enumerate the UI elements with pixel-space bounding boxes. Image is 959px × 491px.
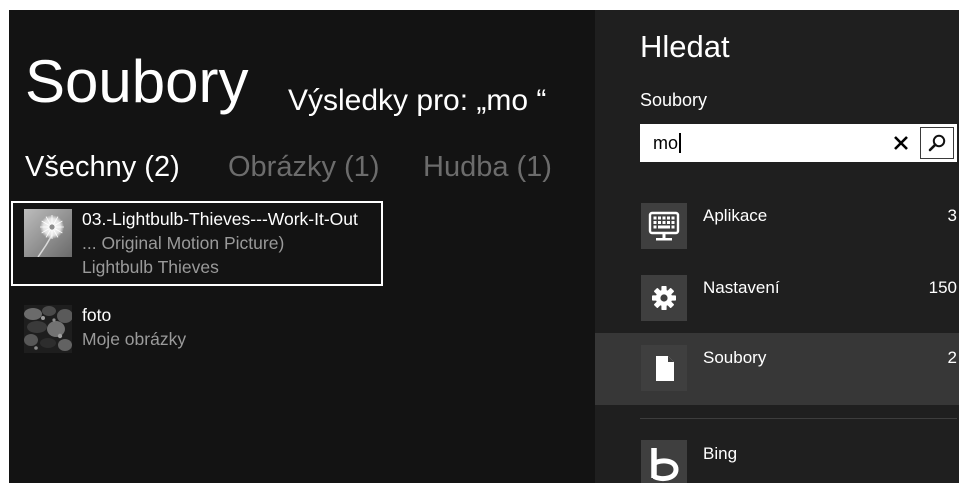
source-label: Aplikace xyxy=(703,206,768,225)
result-title: 03.-Lightbulb-Thieves---Work-It-Out xyxy=(82,209,358,229)
apps-tile xyxy=(641,203,687,249)
tab-all[interactable]: Všechny (2) xyxy=(25,153,180,182)
search-scope-label: Soubory xyxy=(640,90,708,110)
text-caret xyxy=(679,133,681,153)
result-item-music-track[interactable]: 03.-Lightbulb-Thieves---Work-It-Out ... … xyxy=(11,201,383,286)
sources-divider xyxy=(640,418,957,419)
file-icon xyxy=(656,356,674,381)
result-subtitle: Moje obrázky xyxy=(82,329,187,349)
settings-tile xyxy=(641,275,687,321)
search-source-apps[interactable]: Aplikace 3 xyxy=(595,191,959,263)
search-input[interactable] xyxy=(640,124,885,162)
source-label: Bing xyxy=(703,444,738,463)
search-submit-button[interactable] xyxy=(920,127,954,159)
source-label: Nastavení xyxy=(703,278,780,297)
search-source-files[interactable]: Soubory 2 xyxy=(595,333,959,405)
dandelion-photo-thumbnail xyxy=(24,209,72,257)
result-subtitle: ... Original Motion Picture) xyxy=(82,233,285,253)
source-count: 3 xyxy=(947,206,957,225)
result-detail: Lightbulb Thieves xyxy=(82,257,219,277)
tab-music[interactable]: Hudba (1) xyxy=(423,153,552,182)
clear-search-button[interactable] xyxy=(893,135,909,151)
gear-icon xyxy=(652,286,676,310)
monitor-keyboard-icon xyxy=(648,211,680,241)
search-box xyxy=(640,124,957,162)
result-item-photo[interactable]: foto Moje obrázky xyxy=(11,297,383,382)
source-count: 2 xyxy=(947,348,957,367)
tab-pictures[interactable]: Obrázky (1) xyxy=(228,153,379,182)
search-icon xyxy=(928,134,946,152)
search-pane-title: Hledat xyxy=(640,29,730,64)
close-icon xyxy=(894,136,908,150)
bing-logo-icon xyxy=(651,448,679,482)
search-source-settings[interactable]: Nastavení 150 xyxy=(595,263,959,335)
dark-foliage-photo-thumbnail xyxy=(24,305,72,353)
result-title: foto xyxy=(82,305,112,325)
search-source-bing[interactable]: Bing xyxy=(595,428,959,483)
files-tile xyxy=(641,345,687,391)
page-title: Soubory xyxy=(25,48,249,115)
bing-tile xyxy=(641,440,687,483)
source-count: 150 xyxy=(928,278,957,297)
search-pane: Hledat Soubory mo Aplikace 3 Nastavení 1… xyxy=(595,10,959,483)
source-label: Soubory xyxy=(703,348,767,367)
results-for-query: Výsledky pro: „mo “ xyxy=(288,84,547,117)
search-results-screen: Soubory Výsledky pro: „mo “ Všechny (2) … xyxy=(9,10,959,483)
